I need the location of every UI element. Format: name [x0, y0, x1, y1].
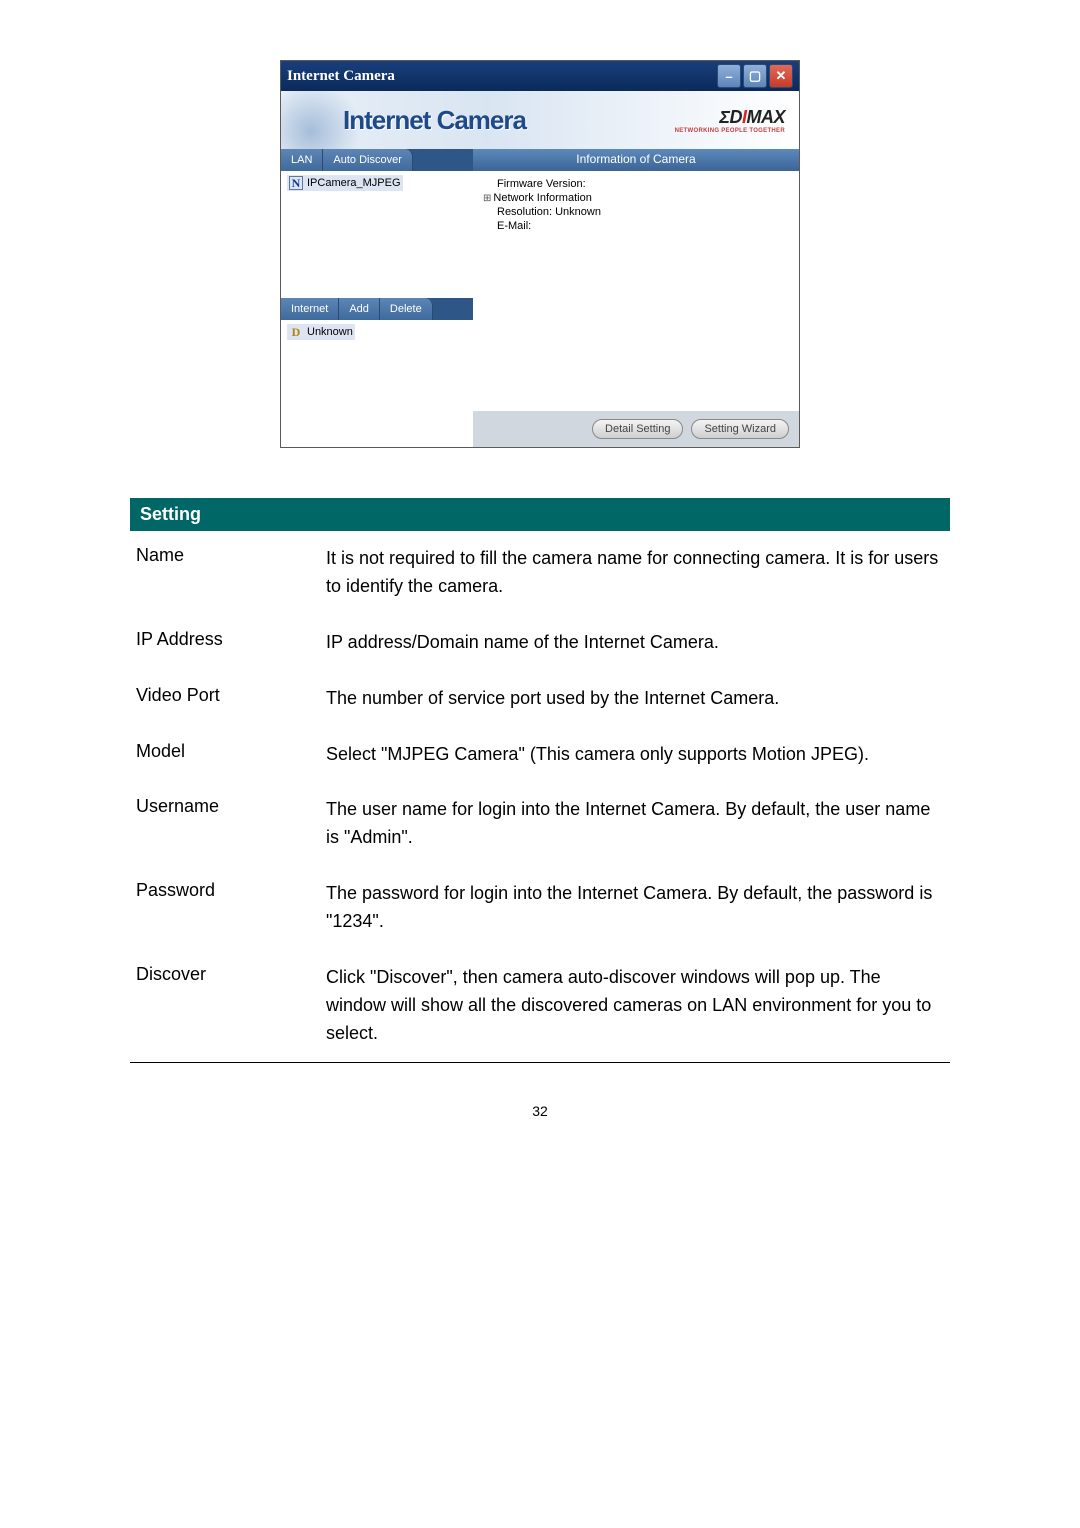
setting-wizard-button[interactable]: Setting Wizard [691, 419, 789, 439]
table-row: Username The user name for login into th… [130, 782, 950, 866]
row-label: Model [130, 727, 320, 783]
info-tree[interactable]: Firmware Version: Network Information Re… [473, 171, 799, 411]
row-label: Name [130, 531, 320, 615]
brand-tagline: NETWORKING PEOPLE TOGETHER [675, 128, 785, 134]
lan-list-item[interactable]: N IPCamera_MJPEG [287, 175, 403, 191]
brand-suffix: MAX [747, 107, 786, 127]
row-desc: Select "MJPEG Camera" (This camera only … [320, 727, 950, 783]
titlebar[interactable]: Internet Camera – ▢ ✕ [281, 61, 799, 91]
window-title: Internet Camera [287, 68, 395, 85]
maximize-button[interactable]: ▢ [743, 64, 767, 88]
internet-tabrow: Internet Add Delete [281, 298, 473, 320]
badge-n-icon: N [289, 176, 303, 190]
lan-list[interactable]: N IPCamera_MJPEG [281, 171, 473, 298]
badge-d-icon: D [289, 325, 303, 339]
app-body: LAN Auto Discover N IPCamera_MJPEG Inter… [281, 149, 799, 447]
settings-header: Setting [130, 498, 950, 531]
tab-lan[interactable]: LAN [281, 149, 323, 171]
lan-item-label: IPCamera_MJPEG [307, 177, 401, 189]
internet-list[interactable]: D Unknown [281, 320, 473, 447]
table-row: Video Port The number of service port us… [130, 671, 950, 727]
app-window: Internet Camera – ▢ ✕ Internet Camera ΣD… [280, 60, 800, 448]
app-banner: Internet Camera ΣDIMAX NETWORKING PEOPLE… [281, 91, 799, 149]
row-label: Video Port [130, 671, 320, 727]
internet-list-item[interactable]: D Unknown [287, 324, 355, 340]
right-pane: Information of Camera Firmware Version: … [473, 149, 799, 447]
tab-delete[interactable]: Delete [380, 298, 433, 320]
table-row: Name It is not required to fill the came… [130, 531, 950, 615]
table-row: Discover Click "Discover", then camera a… [130, 950, 950, 1062]
tree-firmware: Firmware Version: [483, 177, 789, 191]
row-desc: Click "Discover", then camera auto-disco… [320, 950, 950, 1062]
close-button[interactable]: ✕ [769, 64, 793, 88]
minimize-button[interactable]: – [717, 64, 741, 88]
window-controls: – ▢ ✕ [717, 64, 793, 88]
info-header: Information of Camera [473, 149, 799, 171]
row-label: Username [130, 782, 320, 866]
row-desc: The user name for login into the Interne… [320, 782, 950, 866]
tree-network[interactable]: Network Information [483, 191, 789, 205]
table-row: Password The password for login into the… [130, 866, 950, 950]
tab-internet[interactable]: Internet [281, 298, 339, 320]
row-label: Discover [130, 950, 320, 1062]
row-desc: IP address/Domain name of the Internet C… [320, 615, 950, 671]
detail-setting-button[interactable]: Detail Setting [592, 419, 683, 439]
row-desc: The number of service port used by the I… [320, 671, 950, 727]
lan-tabrow: LAN Auto Discover [281, 149, 473, 171]
tree-resolution: Resolution: Unknown [483, 205, 789, 219]
row-desc: It is not required to fill the camera na… [320, 531, 950, 615]
page-number: 32 [130, 1103, 950, 1119]
table-row: Model Select "MJPEG Camera" (This camera… [130, 727, 950, 783]
tab-add[interactable]: Add [339, 298, 380, 320]
settings-table: Setting Name It is not required to fill … [130, 498, 950, 1063]
row-label: IP Address [130, 615, 320, 671]
brand-logo: ΣDIMAX NETWORKING PEOPLE TOGETHER [675, 107, 785, 134]
row-desc: The password for login into the Internet… [320, 866, 950, 950]
table-row: IP Address IP address/Domain name of the… [130, 615, 950, 671]
brand-prefix: ΣD [719, 107, 742, 127]
internet-item-label: Unknown [307, 326, 353, 338]
right-button-row: Detail Setting Setting Wizard [473, 411, 799, 447]
settings-header-row: Setting [130, 498, 950, 531]
banner-title: Internet Camera [343, 105, 526, 136]
tree-email: E-Mail: [483, 219, 789, 233]
row-label: Password [130, 866, 320, 950]
left-pane: LAN Auto Discover N IPCamera_MJPEG Inter… [281, 149, 473, 447]
brand-name: ΣDIMAX [675, 107, 785, 128]
tab-auto-discover[interactable]: Auto Discover [323, 149, 412, 171]
